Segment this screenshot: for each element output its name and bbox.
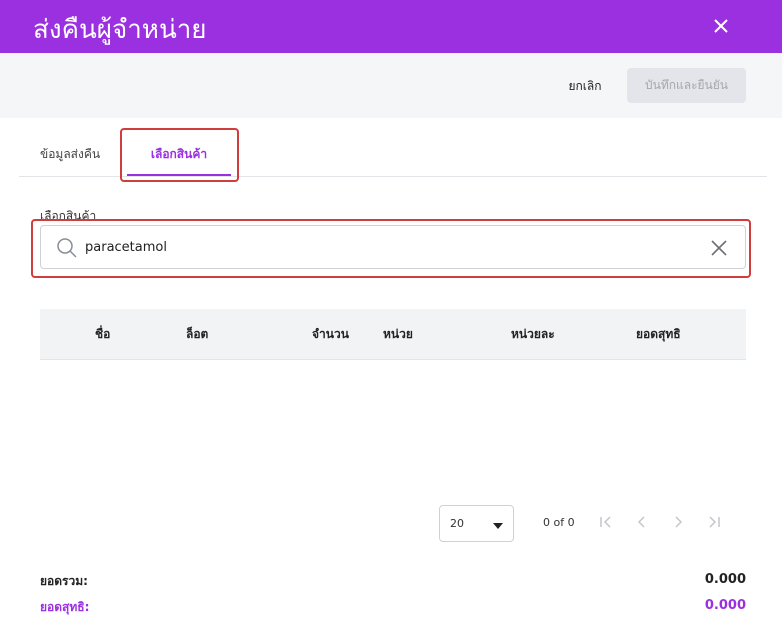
table-header: ชื่อ ล็อต จำนวน หน่วย หน่วยละ ยอดสุทธิ [40, 309, 746, 360]
pagination-info: 0 of 0 [543, 516, 575, 529]
column-header-net-total: ยอดสุทธิ [636, 327, 681, 341]
cancel-button[interactable]: ยกเลิก [555, 69, 615, 103]
next-page-icon[interactable] [670, 514, 686, 530]
net-total-label: ยอดสุทธิ: [40, 600, 90, 614]
column-header-lot: ล็อต [186, 327, 209, 341]
product-search-label: เลือกสินค้า [40, 209, 97, 223]
column-header-name: ชื่อ [95, 327, 111, 341]
last-page-icon[interactable] [706, 514, 722, 530]
action-bar: ยกเลิก บันทึกและยืนยัน [0, 53, 782, 118]
product-search-box[interactable] [40, 225, 746, 269]
close-button[interactable] [708, 13, 734, 39]
save-and-confirm-button[interactable]: บันทึกและยืนยัน [627, 68, 746, 103]
active-tab-indicator [127, 174, 231, 176]
net-total-value: 0.000 [704, 598, 746, 613]
page-size-value: 20 [450, 517, 464, 530]
dialog-title: ส่งคืนผู้จำหน่าย [33, 15, 207, 45]
total-label: ยอดรวม: [40, 574, 88, 588]
previous-page-icon[interactable] [634, 514, 650, 530]
tab-bar: ข้อมูลส่งคืน เลือกสินค้า [19, 128, 767, 177]
column-header-quantity: จำนวน [312, 327, 349, 341]
caret-down-icon [493, 523, 503, 529]
close-icon [714, 19, 728, 33]
total-value: 0.000 [704, 572, 746, 587]
dialog-header: ส่งคืนผู้จำหน่าย [0, 0, 782, 53]
tab-select-products[interactable]: เลือกสินค้า [122, 128, 236, 176]
close-icon[interactable] [709, 238, 729, 258]
column-header-unit-price: หน่วยละ [511, 327, 555, 341]
column-header-unit: หน่วย [383, 327, 413, 341]
product-search-input[interactable] [85, 234, 685, 260]
search-icon [57, 238, 77, 258]
tab-return-info[interactable]: ข้อมูลส่งคืน [40, 128, 100, 176]
page-size-select[interactable]: 20 [439, 505, 514, 542]
first-page-icon[interactable] [598, 514, 614, 530]
